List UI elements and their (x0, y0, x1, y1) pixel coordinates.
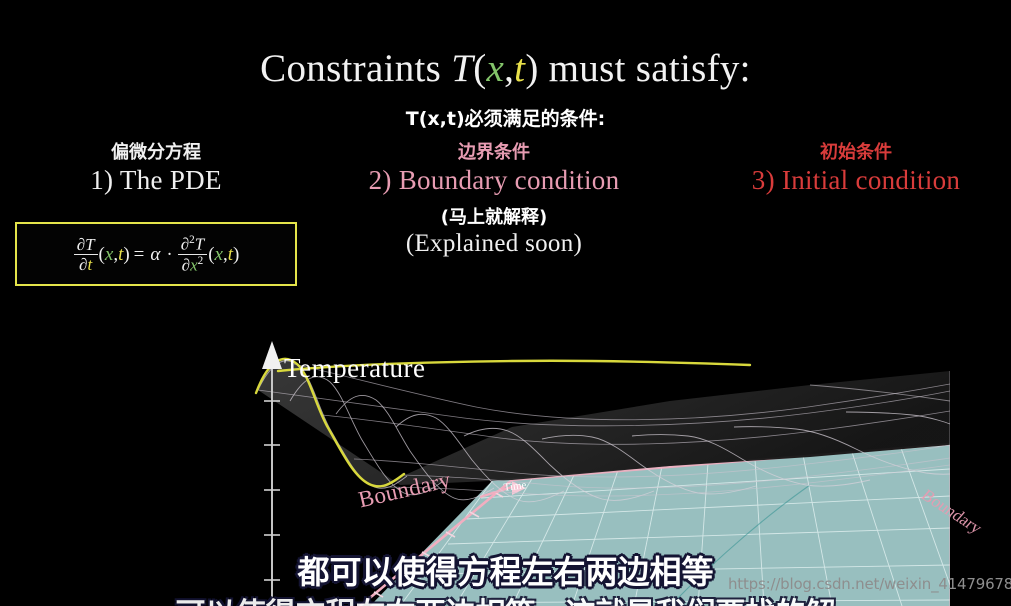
constraint-column-pde: 偏微分方程 1) The PDE (0, 142, 312, 197)
pde-rhs-numerator: ∂2T (177, 234, 208, 255)
pde-lhs-numerator: ∂T (73, 236, 98, 255)
pde-formula-box: ∂T ∂t (x,t) = α · ∂2T ∂x2 (x,t) (15, 222, 297, 286)
page-subtitle-chinese: T(x,t)必须满足的条件: (405, 108, 606, 130)
pde-alpha: α (150, 243, 161, 265)
constraint-column-boundary: 边界条件 2) Boundary condition (320, 142, 668, 197)
constraint-column-initial: 初始条件 3) Initial condition (676, 142, 1011, 197)
title-comma: , (504, 47, 515, 90)
page-title: Constraints T(x,t) must satisfy: (0, 47, 1011, 91)
pde-rhs-arg-x: x (214, 243, 223, 265)
temperature-axis-arrowhead (262, 341, 282, 369)
slide-canvas: Constraints T(x,t) must satisfy: T(x,t)必… (0, 0, 1011, 606)
pde-rhs-num-T: T (194, 234, 205, 254)
pde-equals-sign: = (133, 243, 145, 265)
pde-rhs-num-partial: ∂ (180, 234, 190, 254)
pde-rhs-den-exponent: 2 (197, 254, 204, 267)
title-paren-open: ( (473, 47, 487, 90)
pde-rhs-den-partial: ∂ (181, 255, 191, 275)
pde-rhs-args: (x,t) (208, 245, 239, 264)
constraint-label-en-initial: 3) Initial condition (751, 165, 961, 195)
title-var-t: t (514, 47, 526, 90)
constraints-columns: 偏微分方程 1) The PDE 边界条件 2) Boundary condit… (0, 142, 1011, 212)
explained-soon-note: (马上就解释) (Explained soon) (320, 206, 668, 259)
constraint-label-cn-initial: 初始条件 (820, 142, 892, 163)
constraint-label-cn-boundary: 边界条件 (458, 142, 530, 163)
pde-rhs-denominator: ∂x2 (179, 254, 207, 275)
pde-dot-operator: · (166, 243, 173, 265)
pde-lhs-args: (x,t) (99, 245, 130, 264)
pde-lhs-paren-close: ) (123, 243, 130, 265)
watermark-url: https://blog.csdn.net/weixin_41479678 (728, 575, 1011, 593)
explained-soon-cn: (马上就解释) (440, 207, 548, 228)
title-lead: Constraints (260, 47, 452, 90)
pde-lhs-denominator: ∂t (76, 255, 95, 273)
pde-rhs-den-var-x: x (190, 255, 198, 275)
pde-lhs-den-var-t: t (87, 254, 93, 274)
constraint-label-cn-pde: 偏微分方程 (111, 142, 201, 163)
explained-soon-en: (Explained soon) (405, 230, 583, 257)
constraint-label-en-pde: 1) The PDE (90, 165, 222, 195)
title-paren-close: ) (525, 47, 539, 90)
pde-rhs-paren-close: ) (232, 243, 240, 265)
title-tail: must satisfy: (538, 47, 751, 90)
initial-profile-top (276, 359, 752, 373)
pde-formula: ∂T ∂t (x,t) = α · ∂2T ∂x2 (x,t) (73, 234, 239, 275)
pde-lhs-fraction: ∂T ∂t (73, 236, 98, 273)
pde-rhs-fraction: ∂2T ∂x2 (177, 234, 208, 275)
title-function-T: T (451, 47, 474, 90)
constraint-label-en-boundary: 2) Boundary condition (368, 165, 620, 195)
title-var-x: x (486, 47, 505, 90)
subtitle-caption-next-line: 可以使得方程左右两边相等，这就是我们要找的解 (0, 596, 1011, 606)
